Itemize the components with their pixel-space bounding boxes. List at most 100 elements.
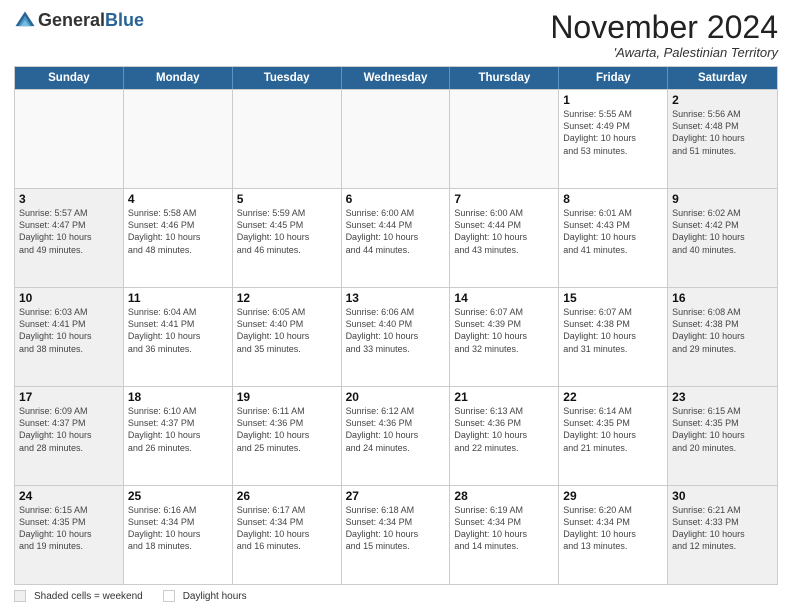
title-block: November 2024 'Awarta, Palestinian Terri… bbox=[550, 10, 778, 60]
empty-cell bbox=[342, 90, 451, 188]
day-detail: Sunrise: 6:16 AM Sunset: 4:34 PM Dayligh… bbox=[128, 504, 228, 553]
day-number: 3 bbox=[19, 192, 119, 206]
day-cell-25: 25Sunrise: 6:16 AM Sunset: 4:34 PM Dayli… bbox=[124, 486, 233, 584]
day-number: 18 bbox=[128, 390, 228, 404]
day-detail: Sunrise: 6:15 AM Sunset: 4:35 PM Dayligh… bbox=[672, 405, 773, 454]
day-cell-20: 20Sunrise: 6:12 AM Sunset: 4:36 PM Dayli… bbox=[342, 387, 451, 485]
week-row-4: 17Sunrise: 6:09 AM Sunset: 4:37 PM Dayli… bbox=[15, 386, 777, 485]
day-number: 20 bbox=[346, 390, 446, 404]
day-number: 24 bbox=[19, 489, 119, 503]
day-cell-24: 24Sunrise: 6:15 AM Sunset: 4:35 PM Dayli… bbox=[15, 486, 124, 584]
day-cell-17: 17Sunrise: 6:09 AM Sunset: 4:37 PM Dayli… bbox=[15, 387, 124, 485]
day-cell-30: 30Sunrise: 6:21 AM Sunset: 4:33 PM Dayli… bbox=[668, 486, 777, 584]
weekday-header-wednesday: Wednesday bbox=[342, 67, 451, 89]
day-number: 13 bbox=[346, 291, 446, 305]
day-number: 1 bbox=[563, 93, 663, 107]
day-cell-28: 28Sunrise: 6:19 AM Sunset: 4:34 PM Dayli… bbox=[450, 486, 559, 584]
week-row-1: 1Sunrise: 5:55 AM Sunset: 4:49 PM Daylig… bbox=[15, 89, 777, 188]
legend: Shaded cells = weekend Daylight hours bbox=[14, 590, 778, 602]
day-detail: Sunrise: 6:05 AM Sunset: 4:40 PM Dayligh… bbox=[237, 306, 337, 355]
weekday-header-monday: Monday bbox=[124, 67, 233, 89]
day-cell-29: 29Sunrise: 6:20 AM Sunset: 4:34 PM Dayli… bbox=[559, 486, 668, 584]
logo-blue-text: Blue bbox=[105, 10, 144, 30]
day-number: 21 bbox=[454, 390, 554, 404]
calendar-header: SundayMondayTuesdayWednesdayThursdayFrid… bbox=[15, 67, 777, 89]
day-number: 26 bbox=[237, 489, 337, 503]
day-detail: Sunrise: 6:15 AM Sunset: 4:35 PM Dayligh… bbox=[19, 504, 119, 553]
day-detail: Sunrise: 6:08 AM Sunset: 4:38 PM Dayligh… bbox=[672, 306, 773, 355]
empty-cell bbox=[233, 90, 342, 188]
day-cell-1: 1Sunrise: 5:55 AM Sunset: 4:49 PM Daylig… bbox=[559, 90, 668, 188]
legend-daylight-label: Daylight hours bbox=[183, 591, 247, 602]
day-cell-21: 21Sunrise: 6:13 AM Sunset: 4:36 PM Dayli… bbox=[450, 387, 559, 485]
page: GeneralBlue November 2024 'Awarta, Pales… bbox=[0, 0, 792, 612]
day-detail: Sunrise: 6:07 AM Sunset: 4:39 PM Dayligh… bbox=[454, 306, 554, 355]
day-detail: Sunrise: 5:56 AM Sunset: 4:48 PM Dayligh… bbox=[672, 108, 773, 157]
day-detail: Sunrise: 6:11 AM Sunset: 4:36 PM Dayligh… bbox=[237, 405, 337, 454]
day-number: 25 bbox=[128, 489, 228, 503]
day-detail: Sunrise: 6:18 AM Sunset: 4:34 PM Dayligh… bbox=[346, 504, 446, 553]
day-number: 7 bbox=[454, 192, 554, 206]
day-cell-26: 26Sunrise: 6:17 AM Sunset: 4:34 PM Dayli… bbox=[233, 486, 342, 584]
legend-shaded-box bbox=[14, 590, 26, 602]
weekday-header-saturday: Saturday bbox=[668, 67, 777, 89]
day-detail: Sunrise: 6:00 AM Sunset: 4:44 PM Dayligh… bbox=[454, 207, 554, 256]
day-number: 30 bbox=[672, 489, 773, 503]
location-subtitle: 'Awarta, Palestinian Territory bbox=[550, 45, 778, 60]
weekday-header-friday: Friday bbox=[559, 67, 668, 89]
weekday-header-sunday: Sunday bbox=[15, 67, 124, 89]
month-title: November 2024 bbox=[550, 10, 778, 45]
day-cell-22: 22Sunrise: 6:14 AM Sunset: 4:35 PM Dayli… bbox=[559, 387, 668, 485]
day-detail: Sunrise: 5:59 AM Sunset: 4:45 PM Dayligh… bbox=[237, 207, 337, 256]
day-number: 28 bbox=[454, 489, 554, 503]
day-cell-16: 16Sunrise: 6:08 AM Sunset: 4:38 PM Dayli… bbox=[668, 288, 777, 386]
day-cell-4: 4Sunrise: 5:58 AM Sunset: 4:46 PM Daylig… bbox=[124, 189, 233, 287]
day-cell-14: 14Sunrise: 6:07 AM Sunset: 4:39 PM Dayli… bbox=[450, 288, 559, 386]
day-cell-12: 12Sunrise: 6:05 AM Sunset: 4:40 PM Dayli… bbox=[233, 288, 342, 386]
week-row-3: 10Sunrise: 6:03 AM Sunset: 4:41 PM Dayli… bbox=[15, 287, 777, 386]
day-number: 29 bbox=[563, 489, 663, 503]
day-number: 5 bbox=[237, 192, 337, 206]
day-detail: Sunrise: 6:01 AM Sunset: 4:43 PM Dayligh… bbox=[563, 207, 663, 256]
empty-cell bbox=[124, 90, 233, 188]
day-detail: Sunrise: 6:12 AM Sunset: 4:36 PM Dayligh… bbox=[346, 405, 446, 454]
day-detail: Sunrise: 6:07 AM Sunset: 4:38 PM Dayligh… bbox=[563, 306, 663, 355]
day-cell-9: 9Sunrise: 6:02 AM Sunset: 4:42 PM Daylig… bbox=[668, 189, 777, 287]
day-cell-23: 23Sunrise: 6:15 AM Sunset: 4:35 PM Dayli… bbox=[668, 387, 777, 485]
day-number: 12 bbox=[237, 291, 337, 305]
day-detail: Sunrise: 6:14 AM Sunset: 4:35 PM Dayligh… bbox=[563, 405, 663, 454]
day-cell-8: 8Sunrise: 6:01 AM Sunset: 4:43 PM Daylig… bbox=[559, 189, 668, 287]
weekday-header-thursday: Thursday bbox=[450, 67, 559, 89]
day-cell-11: 11Sunrise: 6:04 AM Sunset: 4:41 PM Dayli… bbox=[124, 288, 233, 386]
day-detail: Sunrise: 6:03 AM Sunset: 4:41 PM Dayligh… bbox=[19, 306, 119, 355]
day-number: 17 bbox=[19, 390, 119, 404]
week-row-2: 3Sunrise: 5:57 AM Sunset: 4:47 PM Daylig… bbox=[15, 188, 777, 287]
day-number: 9 bbox=[672, 192, 773, 206]
day-number: 27 bbox=[346, 489, 446, 503]
day-number: 22 bbox=[563, 390, 663, 404]
day-number: 11 bbox=[128, 291, 228, 305]
legend-shaded-label: Shaded cells = weekend bbox=[34, 591, 143, 602]
day-cell-5: 5Sunrise: 5:59 AM Sunset: 4:45 PM Daylig… bbox=[233, 189, 342, 287]
day-number: 19 bbox=[237, 390, 337, 404]
day-cell-13: 13Sunrise: 6:06 AM Sunset: 4:40 PM Dayli… bbox=[342, 288, 451, 386]
logo-icon bbox=[14, 10, 36, 32]
day-detail: Sunrise: 5:55 AM Sunset: 4:49 PM Dayligh… bbox=[563, 108, 663, 157]
day-number: 10 bbox=[19, 291, 119, 305]
day-cell-3: 3Sunrise: 5:57 AM Sunset: 4:47 PM Daylig… bbox=[15, 189, 124, 287]
day-cell-10: 10Sunrise: 6:03 AM Sunset: 4:41 PM Dayli… bbox=[15, 288, 124, 386]
weekday-header-tuesday: Tuesday bbox=[233, 67, 342, 89]
legend-daylight-box bbox=[163, 590, 175, 602]
day-detail: Sunrise: 6:09 AM Sunset: 4:37 PM Dayligh… bbox=[19, 405, 119, 454]
day-detail: Sunrise: 6:06 AM Sunset: 4:40 PM Dayligh… bbox=[346, 306, 446, 355]
calendar: SundayMondayTuesdayWednesdayThursdayFrid… bbox=[14, 66, 778, 585]
calendar-body: 1Sunrise: 5:55 AM Sunset: 4:49 PM Daylig… bbox=[15, 89, 777, 584]
day-cell-18: 18Sunrise: 6:10 AM Sunset: 4:37 PM Dayli… bbox=[124, 387, 233, 485]
day-detail: Sunrise: 6:10 AM Sunset: 4:37 PM Dayligh… bbox=[128, 405, 228, 454]
day-detail: Sunrise: 6:17 AM Sunset: 4:34 PM Dayligh… bbox=[237, 504, 337, 553]
day-detail: Sunrise: 6:13 AM Sunset: 4:36 PM Dayligh… bbox=[454, 405, 554, 454]
empty-cell bbox=[450, 90, 559, 188]
header: GeneralBlue November 2024 'Awarta, Pales… bbox=[14, 10, 778, 60]
day-detail: Sunrise: 6:02 AM Sunset: 4:42 PM Dayligh… bbox=[672, 207, 773, 256]
day-number: 16 bbox=[672, 291, 773, 305]
